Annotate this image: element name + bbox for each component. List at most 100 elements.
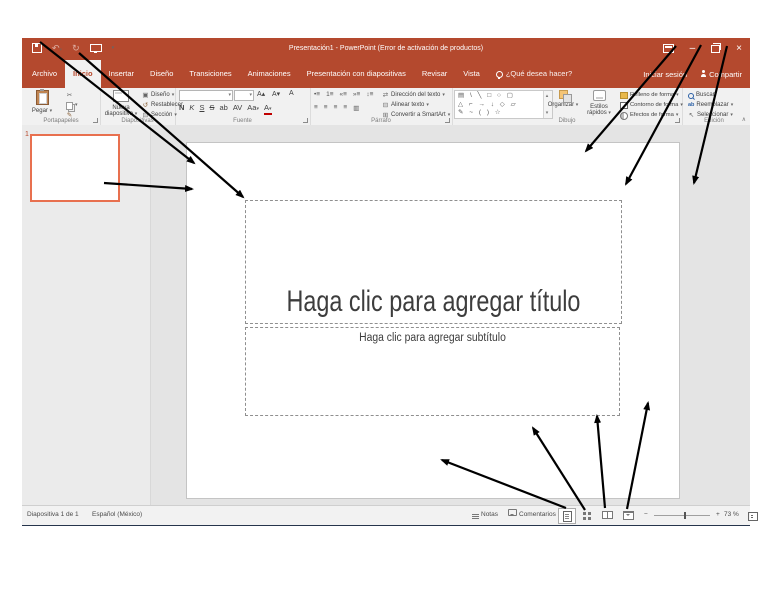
zoom-level[interactable]: 73 % <box>724 506 739 524</box>
new-slide-icon <box>113 90 129 102</box>
clear-formatting-button[interactable]: A <box>289 90 294 97</box>
align-left-icon[interactable]: ≡ <box>314 104 318 112</box>
quick-styles-button[interactable]: Estilos rápidos ▾ <box>582 90 616 117</box>
layout-icon: ▣ <box>142 91 149 100</box>
italic-button[interactable]: K <box>189 103 194 112</box>
paragraph-row2: ≡ ≡ ≡ ≡ ▥ <box>314 104 359 112</box>
justify-icon[interactable]: ≡ <box>343 104 347 112</box>
group-label-edicion: Edición <box>682 118 746 124</box>
restore-button[interactable] <box>711 45 720 53</box>
tab-archivo[interactable]: Archivo <box>24 60 65 88</box>
group-edicion: Buscar abReemplazar▾ ↖Seleccionar▾ Edici… <box>682 88 746 125</box>
outdent-icon[interactable]: «≡ <box>340 91 347 98</box>
align-text-icon: ⊟ <box>382 101 389 110</box>
shapes-row2: △ ⌐ → ↓ ◇ ▱ <box>458 101 518 108</box>
copy-button[interactable]: ▾ <box>66 101 78 110</box>
slide-counter[interactable]: Diapositiva 1 de 1 <box>27 506 79 524</box>
find-button[interactable]: Buscar <box>688 91 733 100</box>
dialog-launcher-parrafo[interactable] <box>445 118 450 123</box>
bold-button[interactable]: N <box>179 103 184 112</box>
reading-view-button[interactable] <box>599 508 615 522</box>
align-right-icon[interactable]: ≡ <box>334 104 338 112</box>
numbering-icon[interactable]: 1≡ <box>326 91 333 98</box>
ribbon-tab-row: Archivo Inicio Insertar Diseño Transicio… <box>22 60 750 88</box>
font-name-combo[interactable] <box>179 90 233 101</box>
title-placeholder[interactable]: Haga clic para agregar título <box>245 200 622 324</box>
title-placeholder-text: Haga clic para agregar título <box>287 285 581 323</box>
bullets-icon[interactable]: •≡ <box>314 91 320 98</box>
dialog-launcher-portapapeles[interactable] <box>93 118 98 123</box>
notes-button[interactable]: Notas <box>472 506 498 524</box>
font-size-combo[interactable] <box>234 90 254 101</box>
tab-transiciones[interactable]: Transiciones <box>181 60 239 88</box>
zoom-out-button[interactable]: − <box>644 506 648 524</box>
subtitle-placeholder-text: Haga clic para agregar subtítulo <box>359 328 506 344</box>
tab-animaciones[interactable]: Animaciones <box>240 60 299 88</box>
fit-to-window-icon <box>748 512 758 521</box>
indent-icon[interactable]: »≡ <box>353 91 360 98</box>
collapse-ribbon-icon[interactable]: ∧ <box>742 116 746 123</box>
underline-button[interactable]: S <box>199 103 204 112</box>
slide-sorter-icon <box>583 512 586 515</box>
align-text-button[interactable]: ⊟Alinear texto▾ <box>382 101 450 110</box>
ribbon-tabs: Archivo Inicio Insertar Diseño Transicio… <box>24 60 580 88</box>
text-direction-button[interactable]: ⇄Dirección del texto▾ <box>382 91 450 100</box>
slide-sorter-button[interactable] <box>578 508 594 522</box>
dialog-launcher-dibujo[interactable] <box>675 118 680 123</box>
shape-outline-button[interactable]: Contorno de forma▾ <box>620 101 683 110</box>
slide-show-button[interactable] <box>620 508 636 522</box>
undo-icon[interactable]: ↶▾ <box>52 43 62 54</box>
replace-button[interactable]: abReemplazar▾ <box>688 101 733 110</box>
shapes-scroll-down-icon[interactable]: ▾ <box>546 109 551 118</box>
zoom-slider[interactable] <box>654 515 710 516</box>
save-icon[interactable] <box>32 43 42 53</box>
change-case-button[interactable]: Aa▾ <box>247 103 259 112</box>
tab-insertar[interactable]: Insertar <box>101 60 142 88</box>
sign-in-link[interactable]: Iniciar sesión <box>643 70 687 79</box>
tell-me-box[interactable]: ¿Qué desea hacer? <box>488 60 580 88</box>
redo-icon[interactable]: ↻ <box>72 43 80 54</box>
shrink-font-button[interactable]: A▾ <box>272 90 280 98</box>
tab-revisar[interactable]: Revisar <box>414 60 455 88</box>
new-slide-button[interactable]: Nueva diapositiva ▾ <box>102 90 140 118</box>
window-title: Presentación1 - PowerPoint (Error de act… <box>142 38 630 60</box>
tab-vista[interactable]: Vista <box>455 60 488 88</box>
character-spacing-button[interactable]: AV <box>233 103 242 112</box>
fit-to-window-button[interactable] <box>748 511 758 529</box>
font-color-button[interactable]: A▾ <box>264 104 272 115</box>
grow-font-button[interactable]: A▴ <box>257 90 265 98</box>
language-indicator[interactable]: Español (México) <box>92 506 142 524</box>
ribbon-display-options-icon[interactable] <box>663 44 674 53</box>
tab-inicio[interactable]: Inicio <box>65 60 101 88</box>
slide-thumbnail-pane[interactable]: 1 <box>22 125 151 505</box>
share-button[interactable]: Compartir <box>701 70 742 79</box>
tab-diseno[interactable]: Diseño <box>142 60 181 88</box>
normal-view-button[interactable] <box>558 508 576 524</box>
align-center-icon[interactable]: ≡ <box>324 104 328 112</box>
notes-icon <box>472 514 479 515</box>
shape-fill-button[interactable]: Relleno de forma▾ <box>620 91 683 100</box>
comments-button[interactable]: Comentarios <box>508 506 556 524</box>
start-slideshow-icon[interactable] <box>90 44 102 52</box>
subtitle-placeholder[interactable]: Haga clic para agregar subtítulo <box>245 327 620 416</box>
close-button[interactable]: × <box>736 43 742 54</box>
shapes-gallery[interactable]: ▤ \ ╲ □ ○ ▢ △ ⌐ → ↓ ◇ ▱ ✎ ~ ( ) ☆ ▴ ▾ <box>454 90 553 119</box>
arrange-button[interactable]: Organizar ▾ <box>546 90 580 108</box>
shape-fill-icon <box>620 92 628 99</box>
columns-icon[interactable]: ▥ <box>353 104 359 112</box>
clipboard-minibuttons: ✂ ▾ ✎ <box>66 91 78 120</box>
slide-editing-canvas[interactable]: Haga clic para agregar título Haga clic … <box>186 142 680 499</box>
quick-access-toolbar: ↶▾ ↻ ▾ <box>32 41 114 55</box>
text-shadow-button[interactable]: ab <box>219 103 227 112</box>
zoom-slider-thumb[interactable] <box>684 512 686 519</box>
zoom-in-button[interactable]: + <box>716 506 720 524</box>
tab-presentacion[interactable]: Presentación con diapositivas <box>299 60 414 88</box>
cut-button[interactable]: ✂ <box>66 91 78 100</box>
strikethrough-button[interactable]: S <box>209 103 214 112</box>
minimize-button[interactable]: – <box>690 43 696 54</box>
line-spacing-icon[interactable]: ↕≡ <box>366 91 373 98</box>
paste-button[interactable]: Pegar ▾ <box>26 90 58 114</box>
customize-qat-icon[interactable]: ▾ <box>112 45 115 51</box>
dialog-launcher-fuente[interactable] <box>303 118 308 123</box>
slide-thumbnail[interactable] <box>30 134 120 202</box>
